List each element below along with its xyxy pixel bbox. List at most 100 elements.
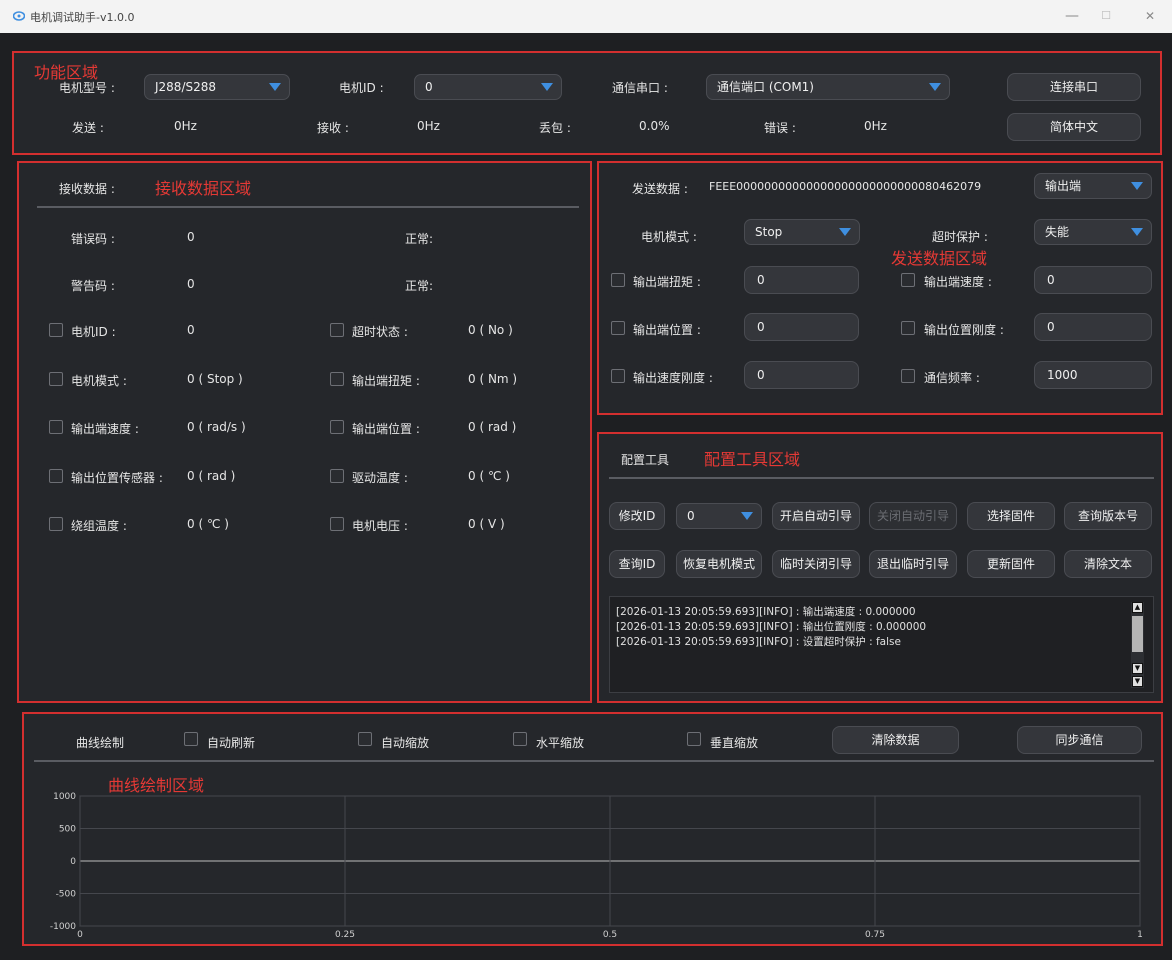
auto-zoom-checkbox[interactable] [358, 732, 372, 746]
send-target-select[interactable]: 输出端 [1034, 173, 1152, 199]
config-id-select[interactable]: 0 [676, 503, 762, 529]
output-speed-checkbox[interactable] [49, 420, 63, 434]
timeout-protect-label: 超时保护 : [932, 230, 988, 244]
recv-output-torque-value: 0 ( Nm ) [468, 372, 518, 386]
exit-temp-guide-button[interactable]: 退出临时引导 [869, 550, 957, 578]
auto-refresh-label: 自动刷新 [207, 736, 256, 750]
recv-output-torque-label: 输出端扭矩 : [352, 374, 420, 388]
scroll-down-icon[interactable]: ▼ [1132, 676, 1143, 687]
send-output-torque-label: 输出端扭矩 : [633, 275, 701, 289]
update-firmware-button[interactable]: 更新固件 [967, 550, 1055, 578]
motor-model-label: 电机型号 : [59, 81, 115, 95]
driver-temp-checkbox[interactable] [330, 469, 344, 483]
x-tick-label: 1 [1137, 930, 1143, 940]
output-position-checkbox[interactable] [330, 420, 344, 434]
packet-loss-label: 丢包 : [539, 121, 571, 135]
motor-mode-checkbox[interactable] [49, 372, 63, 386]
send-position-stiffness-input[interactable]: 0 [1034, 313, 1152, 341]
send-zone: 发送数据 : FEEE00000000000000000000000000080… [597, 161, 1163, 415]
divider [609, 477, 1154, 479]
send-output-torque-checkbox[interactable] [611, 273, 625, 287]
x-tick-label: 0 [77, 930, 83, 940]
send-output-speed-input[interactable]: 0 [1034, 266, 1152, 294]
motor-model-select[interactable]: J288/S288 [144, 74, 290, 100]
y-tick-label: -1000 [50, 922, 76, 932]
send-data-header: 发送数据 : [632, 182, 688, 196]
send-hex-value: FEEE00000000000000000000000000080462079 [709, 180, 982, 193]
motor-voltage-checkbox[interactable] [330, 517, 344, 531]
timeout-protect-value: 失能 [1045, 225, 1070, 239]
warn-code-value: 0 [187, 277, 195, 291]
x-tick-label: 0.75 [865, 930, 885, 940]
query-version-button[interactable]: 查询版本号 [1064, 502, 1152, 530]
recv-output-position-label: 输出端位置 : [352, 422, 420, 436]
recv-timeout-state-value: 0 ( No ) [468, 323, 513, 337]
curve-zone-title: 曲线绘制区域 [108, 776, 205, 795]
restore-motor-mode-button[interactable]: 恢复电机模式 [676, 550, 762, 578]
maximize-button[interactable]: ☐ [1094, 6, 1118, 26]
chevron-down-icon [269, 83, 281, 91]
y-tick-label: 500 [59, 825, 76, 835]
warn-code-label: 警告码 : [71, 279, 115, 293]
modify-id-button[interactable]: 修改ID [609, 502, 665, 530]
serial-port-label: 通信串口 : [612, 81, 668, 95]
error-rate-label: 错误 : [764, 121, 796, 135]
output-torque-checkbox[interactable] [330, 372, 344, 386]
log-scrollbar[interactable]: ▲ ▼ ▼ [1131, 602, 1144, 688]
temp-close-guide-button[interactable]: 临时关闭引导 [772, 550, 860, 578]
timeout-protect-select[interactable]: 失能 [1034, 219, 1152, 245]
connect-serial-button[interactable]: 连接串口 [1007, 73, 1141, 101]
send-speed-stiffness-input[interactable]: 0 [744, 361, 859, 389]
minimize-button[interactable]: — [1060, 6, 1084, 26]
recv-timeout-state-label: 超时状态 : [352, 325, 408, 339]
log-line: [2026-01-13 20:05:59.693][INFO] : 输出端速度 … [616, 606, 916, 618]
select-firmware-button[interactable]: 选择固件 [967, 502, 1055, 530]
query-id-button[interactable]: 查询ID [609, 550, 665, 578]
timeout-state-checkbox[interactable] [330, 323, 344, 337]
send-output-position-checkbox[interactable] [611, 321, 625, 335]
log-output[interactable]: [2026-01-13 20:05:59.693][INFO] : 输出端速度 … [609, 596, 1154, 693]
config-id-value: 0 [687, 509, 695, 523]
scroll-down-icon[interactable]: ▼ [1132, 663, 1143, 674]
motor-id-checkbox[interactable] [49, 323, 63, 337]
serial-port-select[interactable]: 通信端口 (COM1) [706, 74, 950, 100]
comm-frequency-input[interactable]: 1000 [1034, 361, 1152, 389]
horizontal-zoom-checkbox[interactable] [513, 732, 527, 746]
close-button[interactable]: ✕ [1138, 6, 1162, 26]
recv-motor-mode-value: 0 ( Stop ) [187, 372, 243, 386]
comm-frequency-checkbox[interactable] [901, 369, 915, 383]
send-mode-select[interactable]: Stop [744, 219, 860, 245]
send-speed-stiffness-label: 输出速度刚度 : [633, 371, 713, 385]
stop-auto-guide-button[interactable]: 关闭自动引导 [869, 502, 957, 530]
y-tick-label: 1000 [53, 792, 76, 802]
start-auto-guide-button[interactable]: 开启自动引导 [772, 502, 860, 530]
language-button[interactable]: 简体中文 [1007, 113, 1141, 141]
serial-port-value: 通信端口 (COM1) [717, 80, 814, 94]
send-output-speed-checkbox[interactable] [901, 273, 915, 287]
send-speed-stiffness-checkbox[interactable] [611, 369, 625, 383]
chevron-down-icon [839, 228, 851, 236]
motor-id-select[interactable]: 0 [414, 74, 562, 100]
main-window: 功能区域 电机型号 : J288/S288 电机ID : 0 通信串口 : 通信… [0, 33, 1172, 960]
scroll-up-icon[interactable]: ▲ [1132, 602, 1143, 613]
send-output-torque-input[interactable]: 0 [744, 266, 859, 294]
curve-chart[interactable]: 10005000-500-10000 0.25 0.5 0.75 1 [24, 774, 1161, 944]
recv-driver-temp-label: 驱动温度 : [352, 471, 408, 485]
horizontal-zoom-label: 水平缩放 [536, 736, 585, 750]
clear-text-button[interactable]: 清除文本 [1064, 550, 1152, 578]
send-output-speed-label: 输出端速度 : [924, 275, 992, 289]
auto-refresh-checkbox[interactable] [184, 732, 198, 746]
send-position-stiffness-checkbox[interactable] [901, 321, 915, 335]
receive-zone: 接收数据 : 接收数据区域 错误码 : 0 正常: 警告码 : 0 正常: 电机… [17, 161, 592, 703]
output-pos-sensor-checkbox[interactable] [49, 469, 63, 483]
app-icon [13, 11, 25, 21]
clear-data-button[interactable]: 清除数据 [832, 726, 959, 754]
winding-temp-checkbox[interactable] [49, 517, 63, 531]
sync-comm-button[interactable]: 同步通信 [1017, 726, 1142, 754]
scroll-thumb[interactable] [1132, 616, 1143, 652]
recv-winding-temp-label: 绕组温度 : [71, 519, 127, 533]
send-output-position-label: 输出端位置 : [633, 323, 701, 337]
send-output-position-input[interactable]: 0 [744, 313, 859, 341]
vertical-zoom-checkbox[interactable] [687, 732, 701, 746]
tab-config-tools[interactable]: 配置工具 [621, 451, 669, 468]
